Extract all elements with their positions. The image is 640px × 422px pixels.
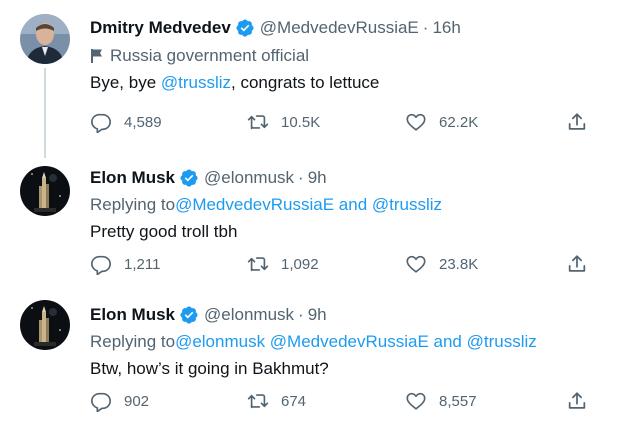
reply-icon (91, 392, 111, 412)
retweet-button[interactable]: 1,092 (247, 252, 319, 276)
avatar-musk[interactable] (20, 166, 70, 216)
timestamp[interactable]: 9h (308, 305, 327, 325)
replying-to: Replying to @MedvedevRussiaE and @trussl… (90, 192, 620, 218)
share-button[interactable] (566, 389, 588, 413)
like-count: 23.8K (439, 255, 479, 273)
government-flag-icon (90, 48, 104, 64)
tweet-text: Btw, how’s it going in Bakhmut? (90, 359, 329, 378)
replying-to-mentions[interactable]: @MedvedevRussiaE and @trussliz (175, 195, 442, 215)
action-bar: 1,211 1,092 23.8K (90, 252, 590, 276)
separator-dot: · (298, 168, 304, 187)
retweet-count: 674 (281, 392, 307, 410)
avatar-musk[interactable] (20, 300, 70, 350)
mention-link[interactable]: @trussliz (161, 73, 231, 92)
timestamp[interactable]: 16h (432, 18, 460, 38)
tweet-text-end: , congrats to lettuce (231, 73, 380, 92)
thread-line (44, 68, 46, 158)
retweet-icon (247, 115, 269, 130)
author-handle[interactable]: @MedvedevRussiaE (260, 18, 419, 38)
tweet-musk-reply-2[interactable]: Elon Musk @elonmusk · 9h Replying to @el… (0, 286, 640, 422)
author-name[interactable]: Elon Musk (90, 305, 175, 325)
share-icon (568, 255, 586, 272)
replying-to-mentions[interactable]: @elonmusk @MedvedevRussiaE and @trussliz (175, 332, 537, 352)
replying-to: Replying to @elonmusk @MedvedevRussiaE a… (90, 329, 620, 355)
government-label-text: Russia government official (110, 46, 310, 65)
tweet-medvedev[interactable]: Dmitry Medvedev @MedvedevRussiaE · 16h R… (0, 0, 640, 158)
like-button[interactable]: 8,557 (405, 389, 477, 413)
separator-dot: · (422, 18, 429, 37)
author-handle[interactable]: @elonmusk (204, 305, 294, 325)
reply-button[interactable]: 1,211 (90, 252, 160, 276)
heart-icon (406, 255, 426, 273)
reply-count: 1,211 (124, 255, 161, 273)
author-handle[interactable]: @elonmusk (204, 168, 294, 188)
separator-dot: · (298, 305, 304, 324)
like-count: 62.2K (439, 113, 479, 131)
tweet-text-start: Bye, bye (90, 73, 161, 92)
verified-badge-icon (235, 18, 255, 38)
share-button[interactable] (566, 110, 588, 134)
retweet-icon (247, 257, 269, 272)
avatar-medvedev[interactable] (20, 14, 70, 64)
replying-to-label: Replying to (90, 195, 176, 214)
like-count: 8,557 (439, 392, 477, 410)
author-name[interactable]: Elon Musk (90, 168, 175, 188)
reply-icon (91, 255, 111, 275)
like-button[interactable]: 62.2K (405, 110, 478, 134)
timestamp[interactable]: 9h (308, 168, 327, 188)
retweet-count: 1,092 (281, 255, 319, 273)
tweet-text: Pretty good troll tbh (90, 222, 238, 241)
government-label[interactable]: Russia government official (90, 43, 620, 69)
verified-badge-icon (179, 305, 199, 325)
heart-icon (406, 392, 426, 410)
share-button[interactable] (566, 252, 588, 276)
share-icon (568, 113, 586, 130)
replying-to-label: Replying to (90, 332, 176, 351)
author-name[interactable]: Dmitry Medvedev (90, 18, 231, 38)
reply-icon (91, 113, 111, 133)
like-button[interactable]: 23.8K (405, 252, 478, 276)
reply-count: 902 (124, 392, 150, 410)
retweet-button[interactable]: 674 (247, 389, 306, 413)
verified-badge-icon (179, 168, 199, 188)
retweet-count: 10.5K (281, 113, 321, 131)
action-bar: 4,589 10.5K 62.2K (90, 110, 590, 134)
reply-button[interactable]: 902 (90, 389, 149, 413)
tweet-musk-reply-1[interactable]: Elon Musk @elonmusk · 9h Replying to @Me… (0, 146, 640, 286)
share-icon (568, 392, 586, 409)
reply-count: 4,589 (124, 113, 162, 131)
heart-icon (406, 113, 426, 131)
reply-button[interactable]: 4,589 (90, 110, 162, 134)
action-bar: 902 674 8,557 (90, 389, 590, 413)
retweet-icon (247, 394, 269, 409)
retweet-button[interactable]: 10.5K (247, 110, 320, 134)
tweet-text: Bye, bye @trussliz, congrats to lettuce (90, 70, 620, 96)
